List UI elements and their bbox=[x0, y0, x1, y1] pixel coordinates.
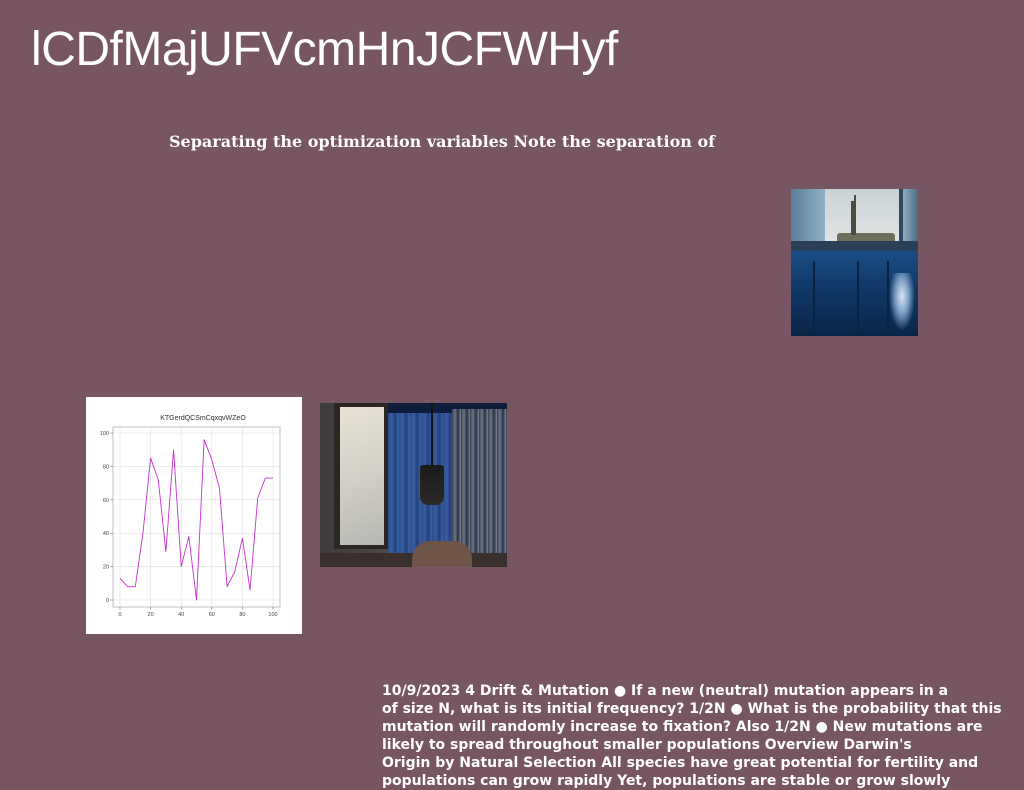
body-text: 10/9/2023 4 Drift & Mutation ● If a new … bbox=[382, 683, 1002, 789]
chart-x-tick-label: 80 bbox=[239, 612, 245, 618]
chart-plot-frame bbox=[112, 426, 281, 608]
photo-window-frame-left bbox=[791, 189, 825, 247]
chart-y-tick-label: 40 bbox=[103, 531, 109, 537]
chart-grid bbox=[113, 427, 280, 607]
chart-y-tick-label: 80 bbox=[103, 464, 109, 470]
photo-island bbox=[837, 233, 895, 241]
chart-x-tick-label: 100 bbox=[268, 612, 277, 618]
photo-window-pane bbox=[340, 407, 384, 545]
photo-statue-arm bbox=[854, 195, 856, 205]
photo-sofa-seam bbox=[857, 261, 859, 336]
chart-x-tick-label: 20 bbox=[148, 612, 154, 618]
line-chart-image: KTGerdQCSmCqxqvWZeO 0 20 40 60 80 100 0 20 40 60 8… bbox=[86, 397, 302, 634]
chart-x-tick-label: 40 bbox=[178, 612, 184, 618]
photo-cushion-highlight bbox=[889, 273, 915, 331]
subtitle: Separating the optimization variables No… bbox=[169, 132, 716, 151]
page-title: lCDfMajUFVcmHnJCFWHyf bbox=[31, 23, 618, 76]
photo-pendant-lamp bbox=[420, 465, 444, 505]
chart-ticks: 0 20 40 60 80 100 0 20 40 60 80 100 bbox=[100, 431, 278, 618]
window-view-photo bbox=[791, 189, 918, 336]
chart-y-tick-label: 60 bbox=[103, 498, 109, 504]
chart-y-tick-label: 20 bbox=[103, 565, 109, 571]
photo-lamp-cord bbox=[431, 403, 433, 465]
photo-sofa-seam bbox=[813, 261, 815, 336]
blue-room-photo bbox=[320, 403, 507, 567]
chart-x-tick-label: 0 bbox=[118, 612, 121, 618]
photo-chair bbox=[412, 541, 472, 567]
photo-window-sill bbox=[791, 241, 918, 251]
chart-series-line bbox=[119, 439, 273, 601]
chart-series bbox=[119, 439, 273, 601]
chart-y-tick-label: 100 bbox=[100, 431, 109, 437]
photo-statue bbox=[851, 201, 856, 235]
line-chart: KTGerdQCSmCqxqvWZeO 0 20 40 60 80 100 0 20 40 60 8… bbox=[100, 415, 281, 618]
chart-title: KTGerdQCSmCqxqvWZeO bbox=[160, 415, 246, 422]
chart-y-tick-label: 0 bbox=[106, 598, 109, 604]
photo-window-mullion bbox=[899, 189, 903, 247]
chart-x-tick-label: 60 bbox=[209, 612, 215, 618]
